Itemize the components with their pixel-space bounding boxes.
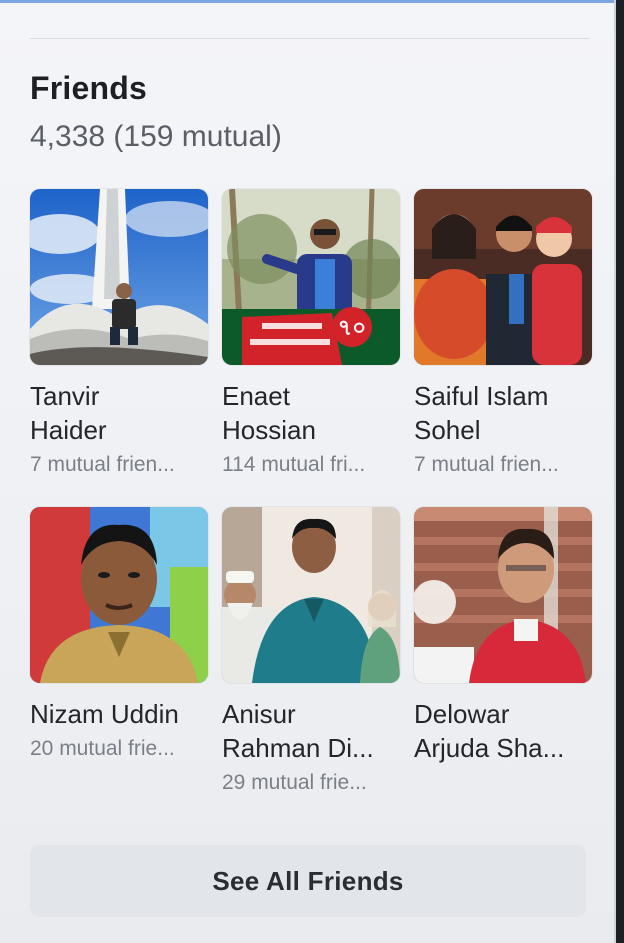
portrait-photo (30, 507, 208, 683)
friend-card-tanvir-haider[interactable]: Tanvir Haider 7 mutual frien... (30, 189, 210, 477)
friend-photo[interactable] (30, 507, 208, 683)
top-accent-line (0, 0, 614, 3)
friend-card-saiful-islam-sohel[interactable]: Saiful Islam Sohel 7 mutual frien... (414, 189, 594, 477)
mutual-friends-count: 29 mutual frie... (222, 771, 367, 794)
friend-card-nizam-uddin[interactable]: Nizam Uddin 20 mutual frie... (30, 507, 210, 761)
friend-photo[interactable] (30, 189, 208, 365)
section-title: Friends (30, 70, 147, 106)
man-in-garden-photo: ৭০ (222, 189, 400, 365)
mutual-friends-count: 114 mutual fri... (222, 453, 366, 476)
family-photo (414, 189, 592, 365)
mutual-friends-count: 7 mutual frien... (414, 453, 559, 476)
friend-card-anisur-rahman[interactable]: Anisur Rahman Di... 29 mutual frie... (222, 507, 402, 795)
portrait-photo (414, 507, 592, 683)
friend-photo[interactable] (414, 189, 592, 365)
friend-photo[interactable] (222, 507, 400, 683)
friend-count: 4,338 (159 mutual) (30, 120, 282, 153)
friend-card-enaet-hossian[interactable]: ৭০ Enaet Hossian 114 mutual fri... (222, 189, 402, 477)
section-divider (30, 38, 590, 39)
friend-photo[interactable] (414, 507, 592, 683)
friend-name[interactable]: Anisur Rahman Di... (222, 697, 402, 765)
friends-screen: Friends 4,338 (159 mutual) Tanvir Haider… (0, 0, 616, 943)
see-all-friends-button[interactable]: See All Friends (30, 845, 586, 917)
friend-name[interactable]: Saiful Islam Sohel (414, 379, 594, 447)
friend-name[interactable]: Tanvir Haider (30, 379, 210, 447)
group-photo (222, 507, 400, 683)
friend-photo[interactable]: ৭০ (222, 189, 400, 365)
mutual-friends-count: 7 mutual frien... (30, 453, 175, 476)
friend-name[interactable]: Enaet Hossian (222, 379, 402, 447)
photo-banner-text: ৭০ (338, 316, 367, 341)
mutual-friends-count: 20 mutual frie... (30, 737, 175, 760)
friend-name[interactable]: Delowar Arjuda Sha... (414, 697, 594, 765)
friend-card-delowar-arjuda[interactable]: Delowar Arjuda Sha... (414, 507, 594, 771)
monument-photo (30, 189, 208, 365)
friend-name[interactable]: Nizam Uddin (30, 697, 210, 731)
